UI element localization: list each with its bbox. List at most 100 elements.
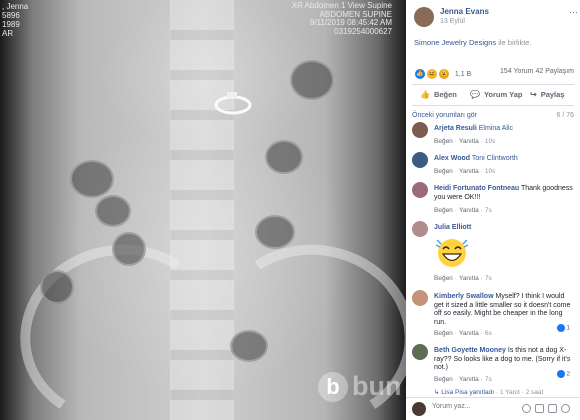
comment-like-link[interactable]: Beğen (434, 138, 453, 145)
bowel-gas-shape (95, 195, 131, 227)
xray-study-line: 0319254000627 (334, 26, 392, 36)
comment-time[interactable]: 7s (485, 376, 492, 383)
post-date[interactable]: 13 Eylül (440, 18, 465, 25)
like-icon[interactable]: 👍 (414, 68, 426, 80)
commenter-name[interactable]: Beth Goyette Mooney (434, 347, 506, 354)
commenter-name[interactable]: Kimberly Swallow (434, 293, 494, 300)
comment-like-link[interactable]: Beğen (434, 207, 453, 214)
like-icon (557, 324, 566, 332)
comment-count[interactable]: 154 Yorum (500, 68, 533, 75)
speech-bubble-icon: 💬 (470, 90, 480, 99)
ring-icon (214, 92, 252, 115)
xray-patient-label: , Jenna 5896 1989 AR (2, 2, 29, 38)
comment-meta: Beğen · Yanıtla · 10s (434, 138, 496, 145)
laughing-sticker-icon[interactable] (434, 235, 470, 269)
bowel-gas-shape (40, 270, 74, 304)
comment-bubble: Kimberly Swallow Myself? I think I would… (434, 293, 574, 327)
commenter-name[interactable]: Arjeta Resuli (434, 125, 477, 132)
post-header: Jenna Evans 13 Eylül ··· Simone Jewelry … (406, 0, 580, 60)
share-count[interactable]: 42 Paylaşım (535, 68, 574, 75)
commenter-name[interactable]: Julia Elliott (434, 224, 471, 231)
comment-bubble: Arjeta Resuli Elmina Alic (434, 125, 574, 134)
commenter-name[interactable]: Alex Wood (434, 155, 470, 162)
comment-item: Alex Wood Toni Clintworth Beğen · Yanıtla ·… (412, 152, 574, 178)
comment-reaction-badge[interactable]: 2 (557, 370, 570, 378)
post-actions: 👍 Beğen 💬 Yorum Yap ↪ Paylaş (412, 84, 574, 106)
commenter-name[interactable]: Heidi Fortunato Fontneau (434, 185, 519, 192)
like-icon (557, 370, 566, 378)
camera-icon[interactable] (535, 404, 544, 413)
bowel-gas-shape (112, 232, 146, 266)
comment-input[interactable] (432, 403, 520, 410)
comment-time[interactable]: 10s (485, 168, 495, 175)
comment-like-link[interactable]: Beğen (434, 376, 453, 383)
comment-time[interactable]: 6s (485, 330, 492, 337)
comment-reply-link[interactable]: Yanıtla (459, 330, 479, 337)
comment-reaction-count: 2 (566, 370, 570, 378)
comments-panel: Jenna Evans 13 Eylül ··· Simone Jewelry … (406, 0, 580, 420)
replies-summary[interactable]: ↳ Lisa Pisa yanıtladı · 1 Yanıt · 2 saat (434, 388, 543, 396)
comment-reply-link[interactable]: Yanıtla (459, 376, 479, 383)
photo-viewer[interactable]: , Jenna 5896 1989 AR XR Abdomen 1 View S… (0, 0, 406, 420)
comment-meta: Beğen · Yanıtla · 10s (434, 168, 496, 175)
commenter-avatar[interactable] (412, 122, 428, 138)
comment-item: Heidi Fortunato Fontneau Thank goodness … (412, 182, 574, 218)
bowel-gas-shape (255, 215, 295, 249)
comment-item: Kimberly Swallow Myself? I think I would… (412, 290, 574, 340)
commenter-avatar[interactable] (412, 344, 428, 360)
comment-time[interactable]: 10s (485, 138, 495, 145)
comment-bubble: Beth Goyette Mooney Is this not a dog X-… (434, 347, 574, 373)
comment-like-link[interactable]: Beğen (434, 330, 453, 337)
tagged-page-link[interactable]: Simone Jewelry Designs (414, 38, 496, 47)
emoji-icon[interactable] (522, 404, 531, 413)
like-button[interactable]: 👍 Beğen (420, 90, 457, 99)
comments-pagination: 6 / 76 (556, 112, 574, 119)
sticker-icon[interactable] (561, 404, 570, 413)
commenter-avatar[interactable] (412, 152, 428, 168)
previous-comments-link[interactable]: Önceki yorumları gör (412, 112, 477, 119)
comment-like-link[interactable]: Beğen (434, 275, 453, 282)
previous-comments-row: Önceki yorumları gör 6 / 76 (412, 112, 574, 119)
tagged-user[interactable]: Toni Clintworth (472, 155, 518, 162)
comment-bubble: Alex Wood Toni Clintworth (434, 155, 574, 164)
comment-bubble: Heidi Fortunato Fontneau Thank goodness … (434, 185, 574, 202)
share-button[interactable]: ↪ Paylaş (530, 90, 564, 99)
author-avatar[interactable] (414, 7, 434, 27)
commenter-avatar[interactable] (412, 221, 428, 237)
comment-bubble: Julia Elliott (434, 224, 574, 233)
more-options-icon[interactable]: ··· (569, 7, 578, 17)
reply-arrow-icon: ↳ (434, 389, 440, 396)
comment-reply-link[interactable]: Yanıtla (459, 275, 479, 282)
haha-icon[interactable]: 😆 (425, 68, 438, 80)
comment-reaction-badge[interactable]: 1 (557, 324, 570, 332)
comment-time[interactable]: 7s (485, 207, 492, 214)
my-avatar (412, 402, 426, 416)
comment-meta: Beğen · Yanıtla · 7s (434, 376, 492, 383)
comment-like-link[interactable]: Beğen (434, 168, 453, 175)
gif-icon[interactable] (548, 404, 557, 413)
comment-time[interactable]: 7s (485, 275, 492, 282)
author-name[interactable]: Jenna Evans (440, 7, 489, 16)
reaction-count[interactable]: 1,1 B (455, 71, 471, 78)
tagged-line: Simone Jewelry Designs ile birlikte. (414, 38, 532, 47)
comment-reply-link[interactable]: Yanıtla (459, 168, 479, 175)
comment-button[interactable]: 💬 Yorum Yap (470, 90, 522, 99)
commenter-avatar[interactable] (412, 290, 428, 306)
tagged-user[interactable]: Elmina Alic (479, 125, 513, 132)
reactions-row: 👍 😆 😮 1,1 B 154 Yorum 42 Paylaşım (414, 68, 574, 82)
comment-reply-link[interactable]: Yanıtla (459, 207, 479, 214)
bowel-gas-shape (230, 330, 268, 362)
wow-icon[interactable]: 😮 (437, 68, 450, 80)
bowel-gas-shape (70, 160, 114, 198)
thumbs-up-icon: 👍 (420, 90, 430, 99)
comment-item: Beth Goyette Mooney Is this not a dog X-… (412, 344, 574, 388)
watermark-text: bun (352, 371, 402, 401)
commenter-avatar[interactable] (412, 182, 428, 198)
bowel-gas-shape (265, 140, 303, 174)
xray-study-label: XR Abdomen 1 View Supine ABDOMEN SUPINE … (292, 1, 392, 36)
reply-count: 1 Yanıt (499, 389, 520, 396)
comment-reply-link[interactable]: Yanıtla (459, 138, 479, 145)
share-button-label: Paylaş (540, 90, 565, 99)
comment-meta: Beğen · Yanıtla · 7s (434, 275, 492, 282)
reply-time: 2 saat (525, 389, 544, 396)
